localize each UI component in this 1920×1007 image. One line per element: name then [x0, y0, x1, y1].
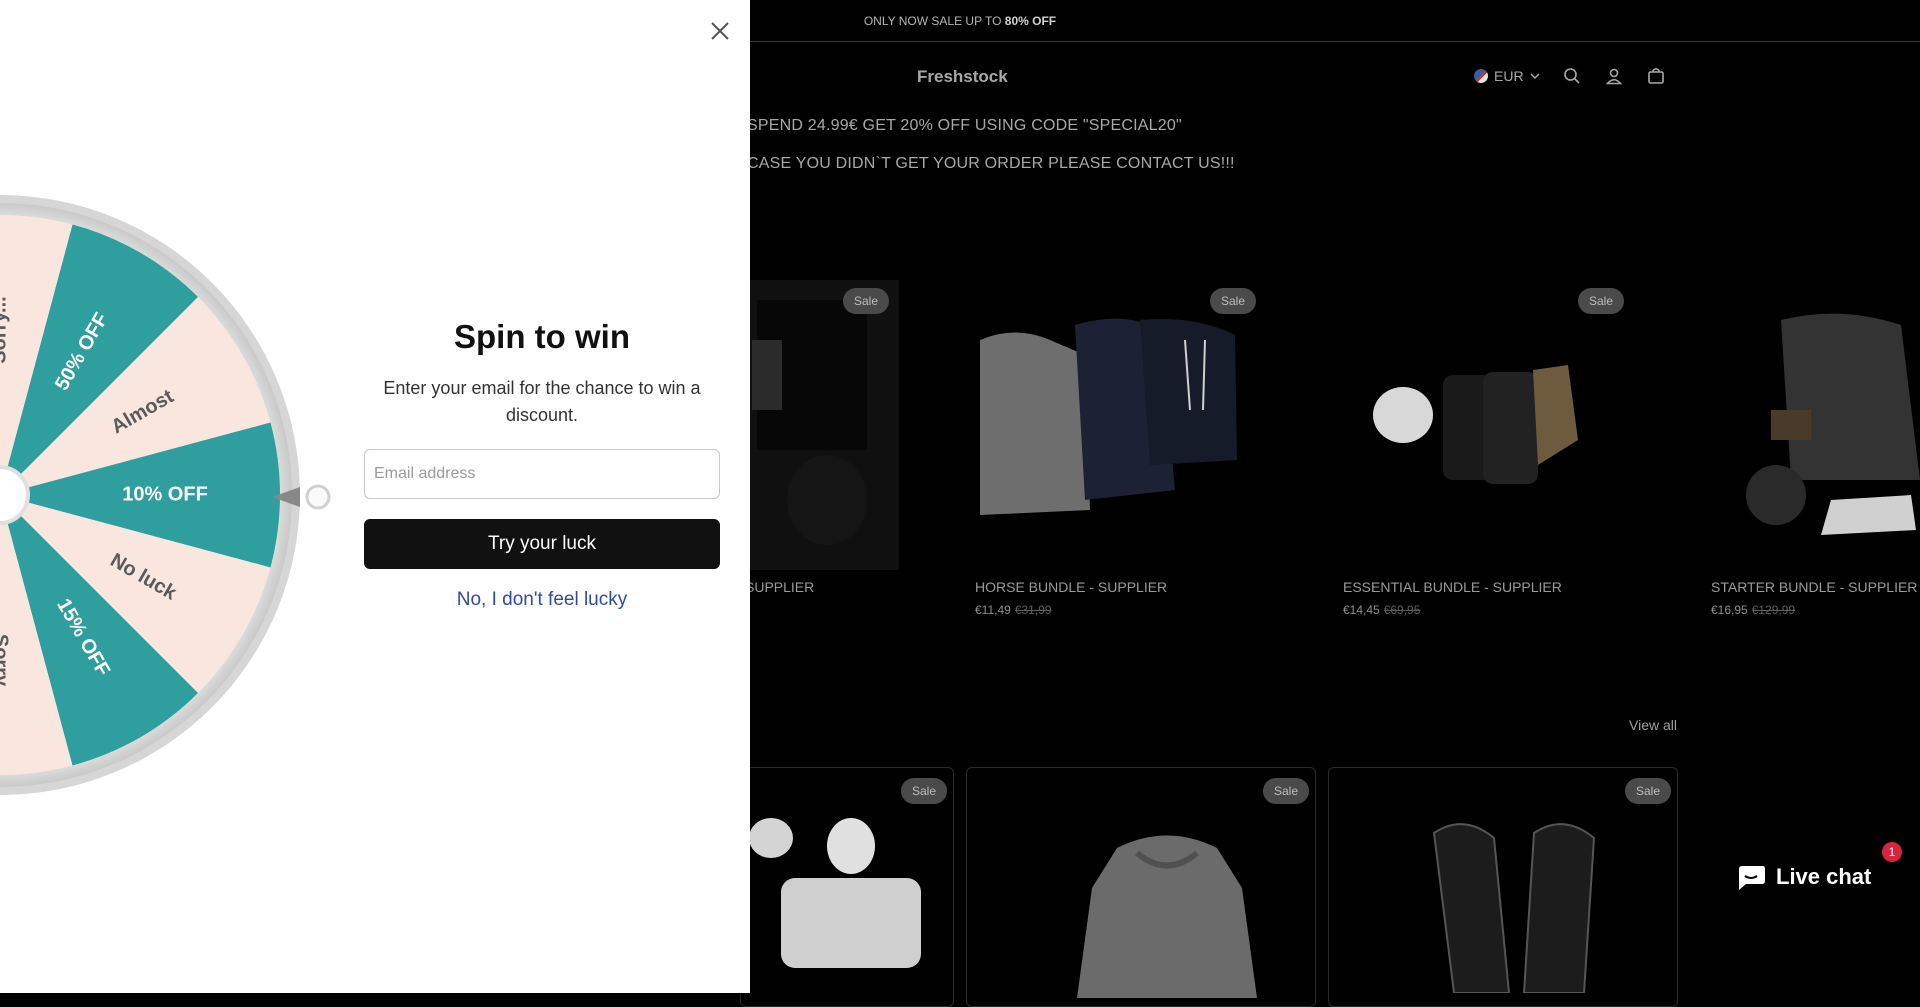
product-price: €11,49 €31,99 [975, 603, 1052, 617]
product-image[interactable] [975, 280, 1265, 570]
view-all-link[interactable]: View all [1629, 717, 1677, 733]
product-card[interactable]: Sale [966, 767, 1316, 1007]
search-icon[interactable] [1562, 66, 1582, 86]
chat-bubble-icon [1739, 866, 1765, 890]
announcement-highlight: 80% OFF [1004, 14, 1057, 28]
currency-selector[interactable]: EUR [1474, 68, 1540, 84]
product-price: €16,95 €129,99 [1711, 603, 1795, 617]
product-image[interactable] [1343, 280, 1633, 570]
live-chat-button[interactable]: Live chat [1716, 849, 1896, 905]
compare-price: €129,99 [1751, 603, 1796, 617]
chevron-down-icon [1530, 73, 1540, 80]
email-input[interactable] [364, 449, 720, 499]
product-title[interactable]: SUPPLIER [745, 579, 814, 595]
header-actions: EUR [1474, 66, 1666, 86]
wheel-segment-label: Sorry [0, 634, 12, 687]
sale-badge: Sale [1210, 288, 1257, 314]
wheel-segment-label: 10% OFF [122, 483, 208, 505]
promo-text-2: CASE YOU DIDN`T GET YOUR ORDER PLEASE CO… [747, 155, 1235, 172]
product-card[interactable]: Sale [1328, 767, 1678, 1007]
sale-badge: Sale [901, 778, 948, 804]
try-your-luck-button[interactable]: Try your luck [364, 519, 720, 569]
product-image[interactable] [1067, 828, 1267, 998]
sale-badge: Sale [1578, 288, 1625, 314]
product-image[interactable] [1414, 813, 1614, 993]
sale-badge: Sale [1625, 778, 1672, 804]
compare-price: €31,99 [1014, 603, 1052, 617]
modal-subtitle: Enter your email for the chance to win a… [383, 378, 701, 425]
spin-to-win-modal: 50% OFF Almost 10% OFF No luck 15% OFF Sorry S… [0, 0, 750, 993]
product-title[interactable]: ESSENTIAL BUNDLE - SUPPLIER [1343, 579, 1562, 595]
sale-price: €14,45 [1343, 603, 1380, 617]
compare-price: €69,95 [1383, 603, 1421, 617]
currency-label: EUR [1494, 68, 1524, 84]
flag-icon [1474, 69, 1488, 83]
product-image[interactable] [737, 280, 899, 570]
store-logo[interactable]: Freshstock [917, 67, 1008, 87]
product-image[interactable] [741, 808, 941, 968]
wheel-segment-label: Sorry... [0, 296, 10, 363]
close-icon[interactable] [707, 18, 733, 44]
product-card[interactable]: Sale [740, 767, 954, 1007]
promo-text-1: SPEND 24.99€ GET 20% OFF USING CODE "SPE… [747, 117, 1182, 134]
sale-price: €11,49 [975, 603, 1011, 617]
product-price: €14,45 €69,95 [1343, 603, 1420, 617]
account-icon[interactable] [1604, 66, 1624, 86]
product-title[interactable]: HORSE BUNDLE - SUPPLIER [975, 579, 1167, 595]
announcement-text: ONLY NOW SALE UP TO [863, 14, 1005, 28]
modal-title: Spin to win [454, 318, 630, 355]
product-image[interactable] [1711, 280, 1920, 570]
product-title[interactable]: STARTER BUNDLE - SUPPLIER [1711, 579, 1917, 595]
cart-icon[interactable] [1646, 66, 1666, 86]
chat-unread-badge: 1 [1882, 842, 1902, 862]
wheel-pointer-knob [305, 484, 331, 510]
sale-badge: Sale [1263, 778, 1310, 804]
decline-link[interactable]: No, I don't feel lucky [364, 589, 720, 611]
sale-price: €16,95 [1711, 603, 1748, 617]
live-chat-label: Live chat [1776, 864, 1872, 889]
prize-wheel: 50% OFFAlmost10% OFFNo luck15% OFFSorryS… [0, 195, 331, 795]
sale-badge: Sale [843, 288, 890, 314]
